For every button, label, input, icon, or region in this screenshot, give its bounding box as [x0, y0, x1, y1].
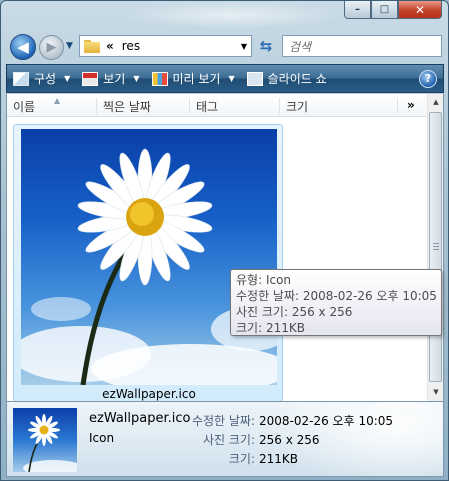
- search-input[interactable]: 검색: [282, 35, 442, 57]
- tooltip-type: 유형: Icon: [236, 273, 292, 287]
- details-value-dimensions: 256 x 256: [259, 433, 320, 447]
- chevron-down-icon: ▼: [228, 74, 235, 83]
- back-arrow-icon: ◀: [17, 38, 29, 56]
- column-date-taken-label: 찍은 날짜: [103, 100, 151, 114]
- tooltip-date-modified: 수정한 날짜: 2008-02-26 오후 10:05: [236, 289, 437, 303]
- daisy-image: [21, 148, 277, 385]
- grip-line: [433, 249, 439, 250]
- scroll-up-arrow-icon[interactable]: ▲: [428, 94, 444, 110]
- details-key-date-modified: 수정한 날짜:: [191, 414, 255, 428]
- breadcrumb-current[interactable]: res: [122, 39, 140, 53]
- breadcrumb-overflow[interactable]: «: [106, 39, 114, 53]
- column-header-row: ▲ 이름 찍은 날짜 태그 크기 »: [7, 94, 427, 117]
- file-tile[interactable]: ezWallpaper.ico: [13, 124, 283, 402]
- details-field-values: 2008-02-26 오후 10:05 256 x 256 211KB: [259, 412, 393, 469]
- column-size-label: 크기: [286, 100, 309, 114]
- daisy-mini-image: [23, 414, 77, 472]
- grip-line: [433, 246, 439, 247]
- help-button[interactable]: ?: [419, 69, 437, 88]
- explorer-window: – □ ✕ ◀ ▶ ▼ « res ▼ ⇆ 검색 구성 ▼ 보기 ▼ 미리 보기…: [0, 0, 449, 481]
- title-glow: [121, 1, 341, 29]
- minimize-button[interactable]: –: [344, 1, 371, 19]
- organize-label: 구성: [34, 72, 57, 86]
- vertical-scrollbar[interactable]: ▲ ▼: [427, 94, 443, 401]
- address-bar[interactable]: « res ▼: [79, 35, 252, 57]
- preview-icon: [151, 71, 168, 86]
- details-key-size: 크기:: [228, 452, 255, 466]
- refresh-button[interactable]: ⇆: [255, 35, 277, 57]
- preview-button[interactable]: 미리 보기 ▼: [146, 65, 241, 92]
- views-label: 보기: [103, 72, 126, 86]
- maximize-button[interactable]: □: [371, 1, 398, 19]
- details-file-type: Icon: [89, 431, 115, 445]
- column-name-label: 이름: [13, 100, 36, 114]
- grip-line: [433, 243, 439, 244]
- column-size[interactable]: 크기: [280, 98, 398, 114]
- details-value-size: 211KB: [259, 452, 299, 466]
- forward-button[interactable]: ▶: [39, 35, 64, 60]
- forward-arrow-icon: ▶: [46, 40, 57, 55]
- chevron-down-icon[interactable]: ▼: [241, 42, 247, 51]
- sort-indicator-icon: ▲: [54, 96, 61, 105]
- tooltip-size: 크기: 211KB: [236, 321, 305, 335]
- file-thumbnail[interactable]: [21, 129, 277, 385]
- scrollbar-thumb[interactable]: [429, 112, 442, 382]
- chevron-down-icon: ▼: [64, 74, 71, 83]
- views-button[interactable]: 보기 ▼: [76, 65, 145, 92]
- column-date-taken[interactable]: 찍은 날짜: [97, 98, 190, 114]
- organize-icon: [13, 71, 29, 86]
- tooltip-dimensions: 사진 크기: 256 x 256: [236, 305, 353, 319]
- caption-buttons: – □ ✕: [344, 1, 442, 19]
- slideshow-button[interactable]: 슬라이드 쇼: [241, 65, 333, 92]
- details-pane: ezWallpaper.ico Icon 수정한 날짜: 사진 크기: 크기: …: [6, 401, 444, 477]
- details-field-keys: 수정한 날짜: 사진 크기: 크기:: [177, 412, 255, 469]
- close-button[interactable]: ✕: [398, 1, 442, 19]
- refresh-icon: ⇆: [259, 37, 273, 55]
- organize-button[interactable]: 구성 ▼: [7, 65, 76, 92]
- details-thumbnail: [13, 408, 77, 472]
- file-list-pane: ▲ 이름 찍은 날짜 태그 크기 » ezWallpaper.ico ▲ ▼: [6, 94, 444, 402]
- folder-icon: [84, 39, 100, 53]
- column-name[interactable]: ▲ 이름: [7, 96, 97, 114]
- back-button[interactable]: ◀: [10, 34, 36, 60]
- details-file-name: ezWallpaper.ico: [89, 411, 191, 426]
- file-info-tooltip: 유형: Icon 수정한 날짜: 2008-02-26 오후 10:05 사진 …: [230, 269, 442, 336]
- file-name-label[interactable]: ezWallpaper.ico: [14, 387, 284, 401]
- column-tags[interactable]: 태그: [190, 98, 280, 114]
- slideshow-icon: [246, 71, 263, 86]
- slideshow-label: 슬라이드 쇼: [267, 72, 327, 86]
- chevron-down-icon: ▼: [133, 74, 140, 83]
- command-bar: 구성 ▼ 보기 ▼ 미리 보기 ▼ 슬라이드 쇼 ?: [6, 64, 444, 93]
- column-tags-label: 태그: [196, 100, 219, 114]
- more-columns-button[interactable]: »: [407, 98, 415, 112]
- details-value-date-modified[interactable]: 2008-02-26 오후 10:05: [259, 412, 393, 431]
- recent-pages-dropdown[interactable]: ▼: [66, 41, 76, 53]
- preview-label: 미리 보기: [172, 72, 221, 86]
- scroll-down-arrow-icon[interactable]: ▼: [428, 384, 444, 400]
- details-key-dimensions: 사진 크기:: [202, 433, 255, 447]
- views-icon: [82, 71, 99, 86]
